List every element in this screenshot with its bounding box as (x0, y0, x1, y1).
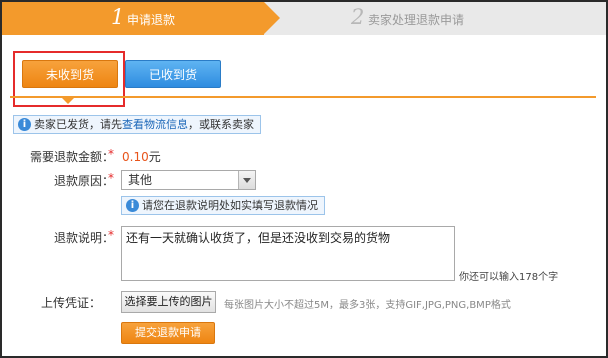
step-1-label: 申请退款 (127, 13, 176, 27)
reason-select[interactable]: 其他 (121, 170, 256, 190)
upload-image-button[interactable]: 选择要上传的图片 (121, 291, 216, 313)
tab-pointer-icon (61, 97, 75, 104)
reason-selected-value: 其他 (128, 173, 153, 187)
character-counter: 你还可以输入178个字 (459, 272, 559, 283)
reason-hint-text: 请您在退款说明处如实填写退款情况 (142, 199, 318, 212)
description-textarea[interactable]: 还有一天就确认收货了，但是还没收到交易的货物 (121, 226, 455, 281)
step-1-arrow (264, 2, 280, 34)
notice-prefix: 卖家已发货，请先 (34, 118, 122, 131)
step-bar: 1 申请退款 2 卖家处理退款申请 (2, 2, 606, 35)
step-1-number: 1 (111, 5, 125, 29)
view-logistics-link[interactable]: 查看物流信息 (122, 118, 188, 131)
reason-label: 退款原因： (53, 174, 114, 188)
shipping-notice: i 卖家已发货，请先查看物流信息，或联系卖家 (13, 115, 261, 134)
upload-label: 上传凭证： (40, 296, 101, 310)
submit-refund-button[interactable]: 提交退款申请 (121, 322, 215, 344)
amount-unit: 元 (148, 150, 161, 164)
amount-value: 0.10 (122, 150, 149, 164)
info-icon: i (126, 199, 139, 212)
amount-label: 需要退款金额： (29, 150, 114, 164)
reason-hint: i 请您在退款说明处如实填写退款情况 (121, 196, 325, 215)
upload-hint: 每张图片大小不超过5M，最多3张，支持GIF,JPG,PNG,BMP格式 (224, 300, 511, 311)
step-2-number: 2 (351, 5, 365, 29)
tab-not-received-button[interactable]: 未收到货 (22, 60, 118, 88)
notice-suffix: ，或联系卖家 (188, 118, 254, 131)
tab-divider (10, 96, 596, 98)
info-icon: i (18, 118, 31, 131)
reason-required-mark: * (108, 171, 114, 185)
amount-required-mark: * (108, 147, 114, 161)
tab-received-button[interactable]: 已收到货 (125, 60, 221, 88)
chevron-down-icon[interactable] (238, 171, 255, 189)
description-label: 退款说明： (53, 231, 114, 245)
description-required-mark: * (108, 228, 114, 242)
step-2-label: 卖家处理退款申请 (368, 13, 465, 27)
refund-amount: 0.10元 (122, 148, 161, 165)
